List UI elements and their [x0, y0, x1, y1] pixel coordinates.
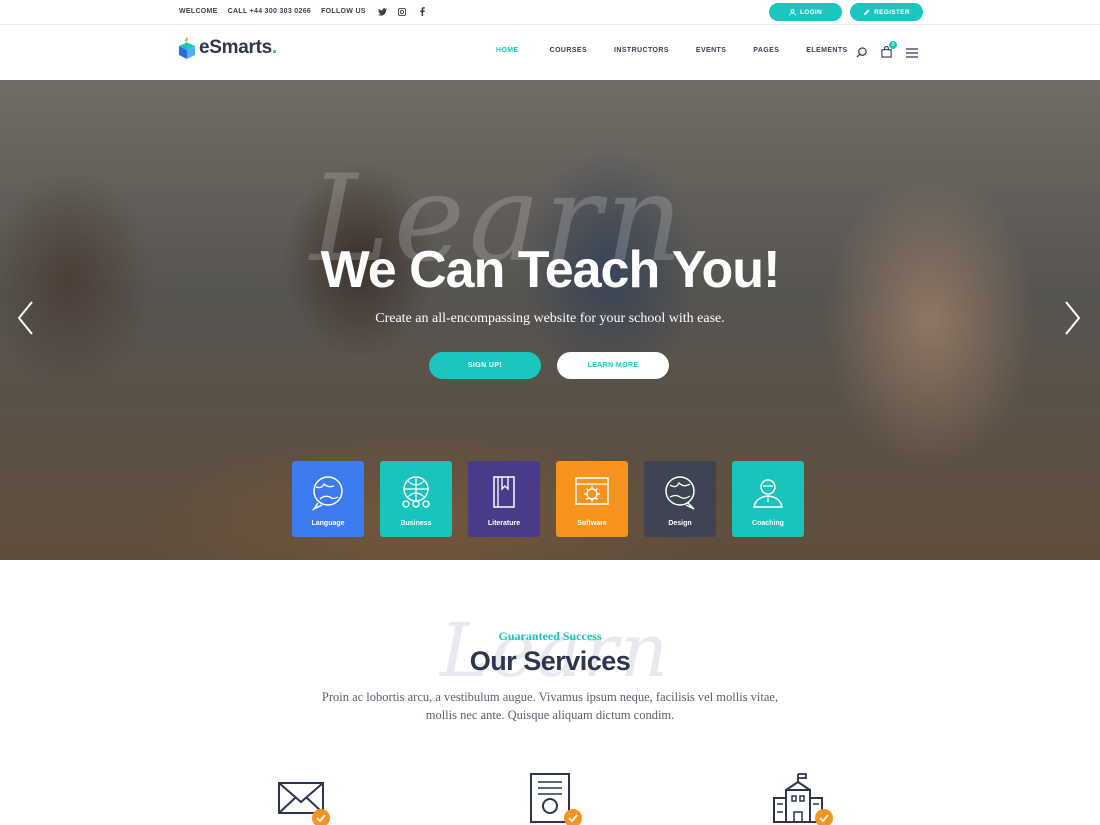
- slider-next-arrow[interactable]: [1063, 298, 1083, 338]
- services-desc-line: mollis nec ante. Quisque aliquam dictum …: [425, 708, 675, 722]
- contact-info: WELCOME CALL +44 300 303 0266 FOLLOW US: [179, 7, 427, 16]
- certificate-icon: [530, 773, 582, 825]
- hero-subtitle: Create an all-encompassing website for y…: [375, 311, 725, 326]
- service-certificate: [529, 772, 587, 825]
- category-label: Literature: [487, 520, 521, 527]
- category-tiles: Language Business Literature Software De…: [292, 461, 804, 537]
- globe-people-icon: [402, 476, 430, 508]
- twitter-icon[interactable]: [377, 7, 387, 16]
- top-bar: WELCOME CALL +44 300 303 0266 FOLLOW US …: [0, 0, 1100, 25]
- cart-count-badge: 0: [889, 41, 897, 49]
- main-nav: HOME COURSES INSTRUCTORS EVENTS PAGES EL…: [496, 47, 848, 54]
- facebook-icon[interactable]: [418, 7, 427, 16]
- logo-cube-icon: [179, 37, 195, 59]
- learn-more-button[interactable]: LEARN MORE: [557, 352, 669, 379]
- user-icon: [789, 8, 796, 16]
- category-label: Language: [311, 520, 345, 527]
- follow-text: FOLLOW US: [321, 8, 366, 15]
- nav-elements[interactable]: ELEMENTS: [806, 47, 847, 54]
- services-tagline: Guaranteed Success: [498, 629, 602, 643]
- register-button[interactable]: REGISTER: [850, 3, 923, 21]
- browser-gear-icon: [575, 477, 609, 505]
- hero-slider: Learn We Can Teach You! Create an all-en…: [0, 80, 1100, 560]
- category-label: Business: [400, 520, 432, 527]
- category-language[interactable]: Language: [292, 461, 364, 537]
- services-title: Our Services: [469, 646, 631, 676]
- phone-text: CALL +44 300 303 0266: [227, 8, 312, 15]
- header-tools: 0: [856, 41, 918, 63]
- nav-pages[interactable]: PAGES: [753, 47, 779, 54]
- nav-home[interactable]: HOME: [496, 47, 519, 54]
- chevron-right-icon: [1065, 301, 1081, 335]
- slider-prev-arrow[interactable]: [15, 298, 35, 338]
- envelope-icon: [278, 782, 330, 825]
- cart-button[interactable]: 0: [881, 41, 897, 63]
- teacher-icon: [753, 479, 783, 508]
- category-software[interactable]: Software: [556, 461, 628, 537]
- category-design[interactable]: Design: [644, 461, 716, 537]
- nav-events[interactable]: EVENTS: [696, 47, 726, 54]
- hero-title: We Can Teach You!: [320, 241, 781, 299]
- category-business[interactable]: Business: [380, 461, 452, 537]
- menu-icon[interactable]: [906, 45, 918, 63]
- category-label: Coaching: [752, 520, 784, 527]
- globe-chat-icon: [311, 476, 343, 511]
- social-links: [377, 7, 427, 16]
- welcome-text: WELCOME: [179, 8, 218, 15]
- register-label: REGISTER: [874, 8, 910, 16]
- login-label: LOGIN: [799, 8, 823, 16]
- nav-courses[interactable]: COURSES: [550, 47, 587, 54]
- book-icon: [493, 476, 515, 508]
- pencil-icon: [864, 9, 870, 15]
- instagram-icon[interactable]: [398, 7, 407, 16]
- category-literature[interactable]: Literature: [468, 461, 540, 537]
- school-icon: [773, 773, 833, 825]
- services-desc-line: Proin ac lobortis arcu, a vestibulum aug…: [321, 690, 779, 704]
- main-header: eSmarts. HOME COURSES INSTRUCTORS EVENTS…: [0, 25, 1100, 80]
- services-description: Proin ac lobortis arcu, a vestibulum aug…: [0, 688, 1100, 724]
- nav-instructors[interactable]: INSTRUCTORS: [614, 47, 669, 54]
- category-coaching[interactable]: Coaching: [732, 461, 804, 537]
- chevron-left-icon: [17, 301, 33, 335]
- service-mail: [277, 772, 335, 825]
- search-icon[interactable]: [856, 45, 867, 63]
- logo-text: eSmarts.: [199, 37, 277, 58]
- category-label: Software: [577, 520, 607, 527]
- service-school: [772, 772, 836, 825]
- category-label: Design: [668, 520, 692, 527]
- login-button[interactable]: LOGIN: [769, 3, 842, 21]
- site-logo[interactable]: eSmarts.: [178, 37, 277, 59]
- globe-chat-icon: [665, 476, 695, 510]
- signup-button[interactable]: SIGN UP!: [429, 352, 541, 379]
